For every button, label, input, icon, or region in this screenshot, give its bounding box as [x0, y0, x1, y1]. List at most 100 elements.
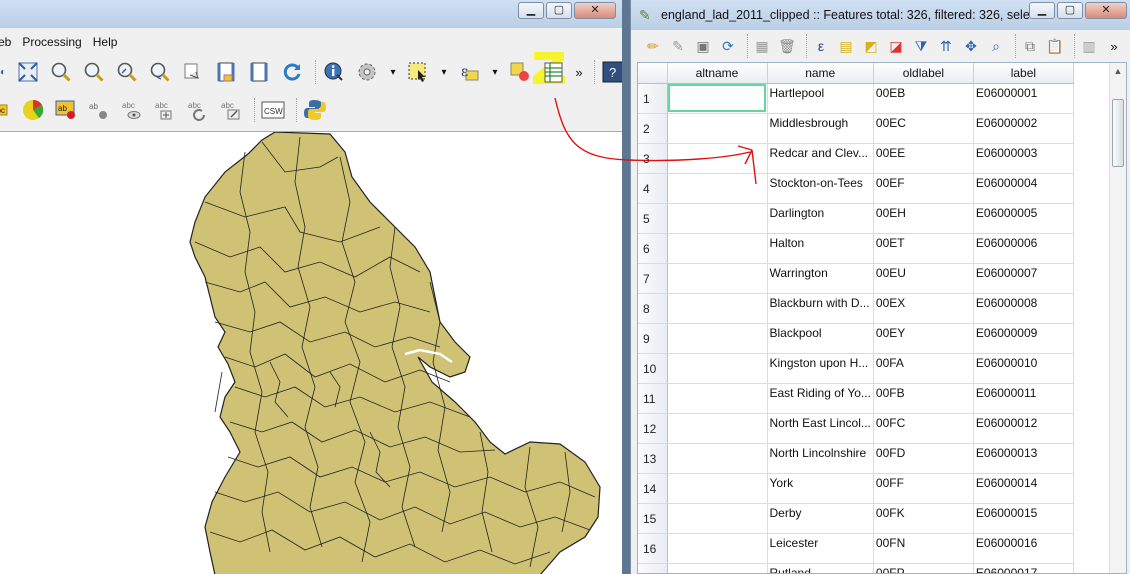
cell-label[interactable]: E06000008: [973, 293, 1074, 324]
vertical-scrollbar[interactable]: ▲: [1109, 63, 1126, 573]
cell-oldlabel[interactable]: 00ET: [873, 233, 974, 264]
cell-oldlabel[interactable]: 00EY: [873, 323, 974, 354]
cell-altname[interactable]: [667, 533, 768, 564]
change-label-icon[interactable]: abc: [219, 98, 243, 122]
row-number[interactable]: 7: [638, 263, 668, 294]
cell-label[interactable]: E06000015: [973, 503, 1074, 534]
close-button[interactable]: ✕: [574, 2, 616, 19]
deselect-all-icon[interactable]: ◪: [886, 34, 906, 58]
dropdown-arrow-icon[interactable]: ▾: [439, 60, 449, 84]
row-number[interactable]: 12: [638, 413, 668, 444]
cell-oldlabel[interactable]: 00FP: [873, 563, 974, 573]
row-number[interactable]: 13: [638, 443, 668, 474]
row-number[interactable]: 2: [638, 113, 668, 144]
cell-altname[interactable]: [667, 83, 768, 114]
cell-label[interactable]: E06000013: [973, 443, 1074, 474]
row-number[interactable]: 3: [638, 143, 668, 174]
cell-altname[interactable]: [667, 443, 768, 474]
cell-label[interactable]: E06000012: [973, 413, 1074, 444]
table-row[interactable]: 8 Blackburn with D... 00EX E06000008: [638, 293, 1074, 324]
row-number[interactable]: 4: [638, 173, 668, 204]
row-number[interactable]: 5: [638, 203, 668, 234]
cell-oldlabel[interactable]: 00FA: [873, 353, 974, 384]
row-number[interactable]: 8: [638, 293, 668, 324]
row-number[interactable]: 11: [638, 383, 668, 414]
label-tool-icon[interactable]: ab: [54, 98, 78, 122]
zoom-out-icon[interactable]: [115, 60, 139, 84]
save-edits-icon[interactable]: ▣: [693, 34, 713, 58]
table-row[interactable]: 5 Darlington 00EH E06000005: [638, 203, 1074, 234]
minimize-button[interactable]: ▁: [518, 2, 544, 19]
table-row[interactable]: 10 Kingston upon H... 00FA E06000010: [638, 353, 1074, 384]
scroll-up-icon[interactable]: ▲: [1110, 63, 1126, 80]
table-row[interactable]: 2 Middlesbrough 00EC E06000002: [638, 113, 1074, 144]
help-icon[interactable]: ?: [601, 60, 622, 84]
cell-label[interactable]: E06000016: [973, 533, 1074, 564]
cell-altname[interactable]: [667, 233, 768, 264]
select-features-icon[interactable]: [406, 60, 430, 84]
cell-altname[interactable]: [667, 173, 768, 204]
zoom-to-layer-icon[interactable]: [49, 60, 73, 84]
cell-name[interactable]: Blackpool: [767, 323, 874, 354]
menu-processing[interactable]: Processing: [22, 35, 92, 49]
table-row[interactable]: Rutland 00FP E06000017: [638, 563, 1074, 573]
table-row[interactable]: 11 East Riding of Yo... 00FB E06000011: [638, 383, 1074, 414]
dropdown-arrow-icon[interactable]: ▾: [490, 60, 500, 84]
cell-label[interactable]: E06000010: [973, 353, 1074, 384]
close-button[interactable]: ✕: [1085, 2, 1127, 19]
cell-label[interactable]: E06000007: [973, 263, 1074, 294]
cell-altname[interactable]: [667, 413, 768, 444]
zoom-full-icon[interactable]: [16, 60, 40, 84]
cell-name[interactable]: North Lincolnshire: [767, 443, 874, 474]
cell-name[interactable]: Redcar and Clev...: [767, 143, 874, 174]
zoom-last-icon[interactable]: [148, 60, 172, 84]
column-header-name[interactable]: name: [767, 63, 874, 84]
cell-oldlabel[interactable]: 00FN: [873, 533, 974, 564]
cell-oldlabel[interactable]: 00EB: [873, 83, 974, 114]
cell-oldlabel[interactable]: 00FC: [873, 413, 974, 444]
paste-icon[interactable]: 📋: [1045, 34, 1065, 58]
maximize-button[interactable]: ▢: [1057, 2, 1083, 19]
table-row[interactable]: 12 North East Lincol... 00FC E06000012: [638, 413, 1074, 444]
new-field-icon[interactable]: ▥: [1079, 34, 1099, 58]
column-header-altname[interactable]: altname: [667, 63, 768, 84]
pin-labels-icon[interactable]: ab: [87, 98, 111, 122]
cell-name[interactable]: Hartlepool: [767, 83, 874, 114]
row-number[interactable]: 9: [638, 323, 668, 354]
filter-icon[interactable]: ⧩: [911, 34, 931, 58]
column-header-oldlabel[interactable]: oldlabel: [873, 63, 974, 84]
cell-oldlabel[interactable]: 00EX: [873, 293, 974, 324]
cell-label[interactable]: E06000017: [973, 563, 1074, 573]
refresh-icon[interactable]: [280, 60, 304, 84]
table-row[interactable]: 14 York 00FF E06000014: [638, 473, 1074, 504]
cell-altname[interactable]: [667, 353, 768, 384]
cell-altname[interactable]: [667, 113, 768, 144]
cell-name[interactable]: York: [767, 473, 874, 504]
cell-oldlabel[interactable]: 00EH: [873, 203, 974, 234]
cell-altname[interactable]: [667, 203, 768, 234]
cell-altname[interactable]: [667, 473, 768, 504]
move-label-icon[interactable]: abc: [153, 98, 177, 122]
cell-name[interactable]: Blackburn with D...: [767, 293, 874, 324]
cell-oldlabel[interactable]: 00EC: [873, 113, 974, 144]
table-row[interactable]: 13 North Lincolnshire 00FD E06000013: [638, 443, 1074, 474]
cell-label[interactable]: E06000006: [973, 233, 1074, 264]
invert-selection-icon[interactable]: ◩: [861, 34, 881, 58]
cell-label[interactable]: E06000001: [973, 83, 1074, 114]
reload-icon[interactable]: ⟳: [718, 34, 738, 58]
toggle-multi-edit-icon[interactable]: ✎: [668, 34, 688, 58]
new-bookmark-icon[interactable]: [214, 60, 238, 84]
zoom-next-icon[interactable]: [181, 60, 205, 84]
open-attribute-table-icon[interactable]: [533, 52, 565, 84]
row-number[interactable]: 14: [638, 473, 668, 504]
row-number[interactable]: 6: [638, 233, 668, 264]
maximize-button[interactable]: ▢: [546, 2, 572, 19]
identify-icon[interactable]: [322, 60, 346, 84]
cell-name[interactable]: Leicester: [767, 533, 874, 564]
zoom-in-icon[interactable]: [82, 60, 106, 84]
table-row[interactable]: 9 Blackpool 00EY E06000009: [638, 323, 1074, 354]
cell-oldlabel[interactable]: 00FB: [873, 383, 974, 414]
cell-name[interactable]: Darlington: [767, 203, 874, 234]
more-icon[interactable]: »: [1104, 34, 1124, 58]
corner-header[interactable]: [638, 63, 668, 84]
